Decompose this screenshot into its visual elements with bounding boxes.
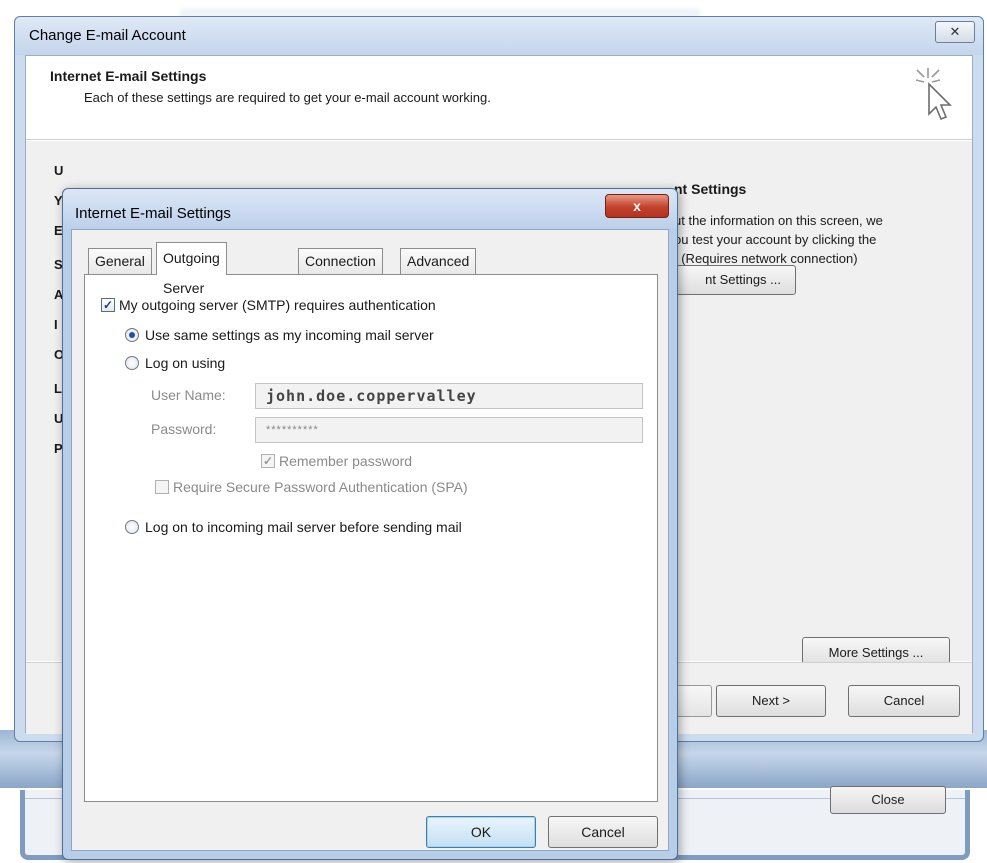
log-on-using-row[interactable]: Log on using bbox=[125, 355, 225, 371]
settings-close-button[interactable]: x bbox=[605, 194, 669, 218]
ok-button[interactable]: OK bbox=[426, 816, 536, 848]
spa-label: Require Secure Password Authentication (… bbox=[173, 479, 468, 495]
test-account-settings-title: nt Settings bbox=[674, 181, 747, 197]
log-on-incoming-row[interactable]: Log on to incoming mail server before se… bbox=[125, 519, 462, 535]
tab-connection[interactable]: Connection bbox=[298, 248, 383, 274]
tab-general[interactable]: General bbox=[88, 248, 152, 274]
settings-cancel-button[interactable]: Cancel bbox=[548, 816, 658, 848]
spa-checkbox[interactable] bbox=[155, 480, 169, 494]
settings-dialog-title: Internet E-mail Settings bbox=[75, 205, 231, 222]
same-settings-row[interactable]: Use same settings as my incoming mail se… bbox=[125, 327, 434, 343]
main-dialog-title: Change E-mail Account bbox=[29, 27, 186, 44]
main-cancel-button[interactable]: Cancel bbox=[848, 685, 960, 717]
outgoing-server-panel: ✓ My outgoing server (SMTP) requires aut… bbox=[84, 274, 658, 802]
smtp-auth-row[interactable]: ✓ My outgoing server (SMTP) requires aut… bbox=[101, 297, 436, 313]
next-button[interactable]: Next > bbox=[716, 685, 826, 717]
password-field[interactable]: ********** bbox=[255, 417, 643, 443]
log-on-using-radio[interactable] bbox=[125, 356, 139, 370]
remember-password-row[interactable]: ✓ Remember password bbox=[261, 453, 412, 469]
same-settings-label: Use same settings as my incoming mail se… bbox=[145, 327, 434, 343]
main-close-button[interactable]: ✕ bbox=[935, 21, 975, 43]
remember-password-label: Remember password bbox=[279, 453, 413, 469]
test-account-description: ut the information on this screen, we ou… bbox=[674, 213, 883, 266]
remember-password-checkbox[interactable]: ✓ bbox=[261, 454, 275, 468]
left-cut-label: U bbox=[54, 163, 64, 178]
internet-email-settings-dialog: Internet E-mail Settings x General Outgo… bbox=[62, 188, 678, 860]
spa-row[interactable]: Require Secure Password Authentication (… bbox=[155, 479, 468, 495]
user-name-label: User Name: bbox=[151, 387, 226, 403]
password-label: Password: bbox=[151, 421, 217, 437]
tab-outgoing-server[interactable]: Outgoing Server bbox=[156, 242, 227, 296]
header-subtitle: Each of these settings are required to g… bbox=[84, 90, 491, 105]
log-on-incoming-radio[interactable] bbox=[125, 520, 139, 534]
left-cut-label: L bbox=[54, 381, 62, 396]
settings-title-bar: Internet E-mail Settings x bbox=[63, 189, 677, 229]
main-title-bar: Change E-mail Account ✕ bbox=[15, 17, 983, 55]
same-settings-radio[interactable] bbox=[125, 328, 139, 342]
main-header: Internet E-mail Settings Each of these s… bbox=[26, 56, 972, 140]
log-on-using-label: Log on using bbox=[145, 355, 226, 371]
left-cut-label: I bbox=[54, 317, 58, 332]
tab-advanced[interactable]: Advanced bbox=[400, 248, 477, 274]
log-on-incoming-label: Log on to incoming mail server before se… bbox=[145, 519, 462, 535]
cursor-sparkle-icon bbox=[915, 68, 952, 121]
header-title: Internet E-mail Settings bbox=[50, 68, 207, 84]
user-name-field[interactable]: john.doe.coppervalley bbox=[255, 383, 643, 409]
background-close-button[interactable]: Close bbox=[830, 786, 946, 814]
settings-dialog-client: General Outgoing Server Connection Advan… bbox=[71, 229, 669, 851]
smtp-auth-checkbox[interactable]: ✓ bbox=[101, 298, 115, 312]
